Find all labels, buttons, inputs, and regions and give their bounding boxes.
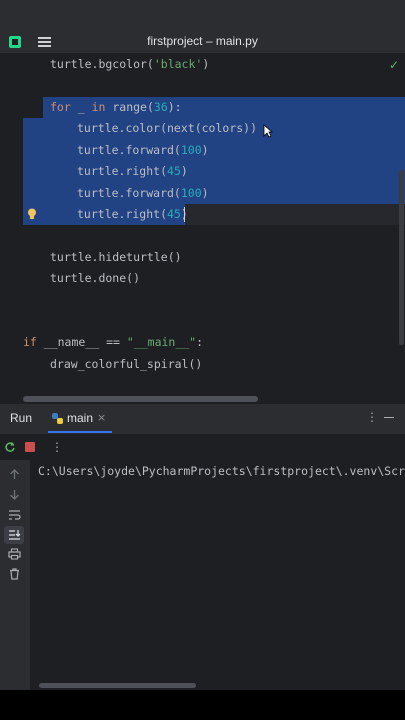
kebab-icon[interactable]: ⋮ bbox=[51, 440, 63, 454]
code-line-bgcolor: turtle.bgcolor('black') bbox=[50, 57, 210, 71]
code-line-done: turtle.done() bbox=[50, 271, 141, 285]
code-line-right-2: turtle.right(45) bbox=[77, 207, 188, 221]
editor-horizontal-scrollbar[interactable] bbox=[23, 396, 258, 402]
code-line-if-main: if __name__ == "__main__": bbox=[23, 335, 204, 349]
code-line-color: turtle.color(next(colors)) bbox=[77, 121, 258, 135]
bulb-icon[interactable] bbox=[27, 208, 37, 220]
editor-vertical-scrollbar[interactable] bbox=[399, 170, 404, 345]
run-panel-label: Run bbox=[10, 411, 33, 425]
print-icon[interactable] bbox=[8, 548, 21, 560]
trash-icon[interactable] bbox=[9, 568, 20, 580]
soft-wrap-icon[interactable] bbox=[8, 509, 21, 521]
code-line-forward-1: turtle.forward(100) bbox=[77, 143, 209, 157]
stop-icon[interactable] bbox=[25, 442, 35, 452]
code-line-right-1: turtle.right(45) bbox=[77, 164, 188, 178]
rerun-icon[interactable] bbox=[4, 441, 16, 453]
text-caret bbox=[184, 207, 185, 222]
scroll-to-end-icon bbox=[9, 530, 21, 540]
code-line-call-main: draw_colorful_spiral() bbox=[50, 357, 203, 371]
code-line-for: for _ in range(36): bbox=[50, 100, 182, 114]
bottom-bar bbox=[0, 690, 405, 720]
kebab-icon[interactable]: ⋮ bbox=[366, 410, 378, 424]
down-arrow-icon[interactable] bbox=[9, 489, 20, 500]
code-line-forward-2: turtle.forward(100) bbox=[77, 186, 209, 200]
tab-main[interactable]: main bbox=[67, 411, 93, 425]
mouse-cursor-icon bbox=[263, 124, 273, 138]
tab-active-indicator bbox=[48, 431, 112, 433]
console-horizontal-scrollbar[interactable] bbox=[39, 683, 196, 688]
caret-line bbox=[185, 204, 405, 225]
console-output: C:\Users\joyde\PycharmProjects\firstproj… bbox=[38, 464, 405, 478]
minimize-icon[interactable] bbox=[384, 417, 394, 418]
python-icon bbox=[52, 413, 63, 424]
up-arrow-icon[interactable] bbox=[9, 469, 20, 480]
check-icon: ✓ bbox=[388, 58, 399, 72]
window-title: firstproject – main.py bbox=[147, 34, 258, 48]
close-icon[interactable]: × bbox=[97, 411, 106, 424]
code-line-hideturtle: turtle.hideturtle() bbox=[50, 250, 182, 264]
